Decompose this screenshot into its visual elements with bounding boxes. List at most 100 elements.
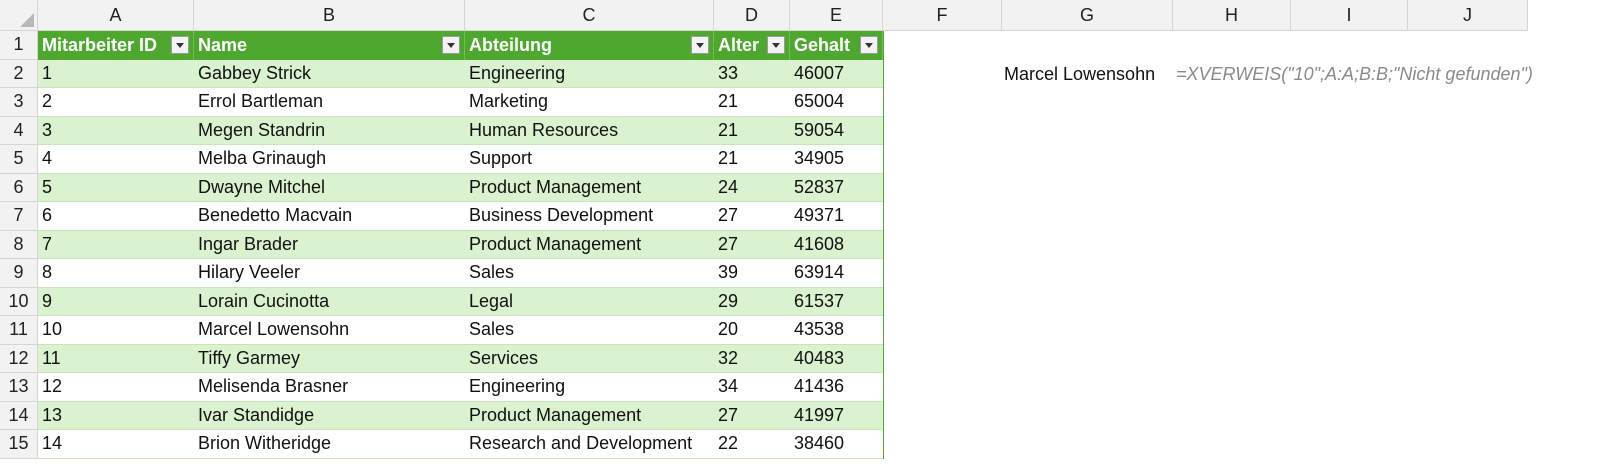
table-cell-mitarbeiter-id[interactable]: 9 (38, 287, 194, 316)
row-header-3[interactable]: 3 (0, 88, 38, 117)
table-header-gehalt[interactable]: Gehalt (790, 31, 883, 60)
table-cell-mitarbeiter-id[interactable]: 6 (38, 202, 194, 231)
table-cell-name[interactable]: Gabbey Strick (194, 59, 465, 88)
table-cell-alter[interactable]: 22 (714, 430, 790, 459)
row-header-1[interactable]: 1 (0, 31, 38, 60)
column-header-d[interactable]: D (714, 0, 790, 31)
table-cell-gehalt[interactable]: 38460 (790, 430, 883, 459)
row-header-10[interactable]: 10 (0, 287, 38, 316)
table-cell-gehalt[interactable]: 41436 (790, 373, 883, 402)
column-header-b[interactable]: B (194, 0, 465, 31)
row-header-14[interactable]: 14 (0, 401, 38, 430)
table-header-mitarbeiter-id[interactable]: Mitarbeiter ID (38, 31, 194, 60)
table-cell-gehalt[interactable]: 61537 (790, 287, 883, 316)
column-header-j[interactable]: J (1408, 0, 1528, 31)
table-cell-name[interactable]: Lorain Cucinotta (194, 287, 465, 316)
table-cell-abteilung[interactable]: Human Resources (465, 116, 714, 145)
table-cell-mitarbeiter-id[interactable]: 4 (38, 145, 194, 174)
row-header-9[interactable]: 9 (0, 259, 38, 288)
table-cell-mitarbeiter-id[interactable]: 5 (38, 173, 194, 202)
table-cell-mitarbeiter-id[interactable]: 1 (38, 59, 194, 88)
column-header-c[interactable]: C (465, 0, 714, 31)
row-header-8[interactable]: 8 (0, 230, 38, 259)
table-cell-alter[interactable]: 24 (714, 173, 790, 202)
table-cell-gehalt[interactable]: 41997 (790, 401, 883, 430)
table-cell-alter[interactable]: 27 (714, 401, 790, 430)
table-cell-alter[interactable]: 34 (714, 373, 790, 402)
table-cell-alter[interactable]: 20 (714, 316, 790, 345)
row-header-5[interactable]: 5 (0, 145, 38, 174)
table-cell-abteilung[interactable]: Business Development (465, 202, 714, 231)
table-cell-mitarbeiter-id[interactable]: 3 (38, 116, 194, 145)
table-cell-abteilung[interactable]: Engineering (465, 59, 714, 88)
table-cell-name[interactable]: Ivar Standidge (194, 401, 465, 430)
table-header-alter[interactable]: Alter (714, 31, 790, 60)
table-cell-alter[interactable]: 27 (714, 230, 790, 259)
table-cell-name[interactable]: Melisenda Brasner (194, 373, 465, 402)
row-header-11[interactable]: 11 (0, 316, 38, 345)
table-cell-name[interactable]: Megen Standrin (194, 116, 465, 145)
table-cell-abteilung[interactable]: Engineering (465, 373, 714, 402)
table-cell-alter[interactable]: 21 (714, 116, 790, 145)
table-cell-name[interactable]: Tiffy Garmey (194, 344, 465, 373)
table-cell-gehalt[interactable]: 49371 (790, 202, 883, 231)
table-cell-name[interactable]: Benedetto Macvain (194, 202, 465, 231)
select-all-corner[interactable] (0, 0, 38, 31)
table-cell-alter[interactable]: 29 (714, 287, 790, 316)
column-header-i[interactable]: I (1291, 0, 1408, 31)
table-cell-mitarbeiter-id[interactable]: 7 (38, 230, 194, 259)
table-cell-alter[interactable]: 21 (714, 145, 790, 174)
table-cell-gehalt[interactable]: 43538 (790, 316, 883, 345)
table-cell-gehalt[interactable]: 59054 (790, 116, 883, 145)
table-cell-abteilung[interactable]: Product Management (465, 230, 714, 259)
table-cell-mitarbeiter-id[interactable]: 13 (38, 401, 194, 430)
table-cell-abteilung[interactable]: Marketing (465, 88, 714, 117)
row-header-15[interactable]: 15 (0, 430, 38, 459)
table-cell-abteilung[interactable]: Product Management (465, 401, 714, 430)
table-header-abteilung[interactable]: Abteilung (465, 31, 714, 60)
table-cell-abteilung[interactable]: Legal (465, 287, 714, 316)
filter-dropdown-icon[interactable] (171, 36, 189, 54)
table-cell-mitarbeiter-id[interactable]: 8 (38, 259, 194, 288)
table-cell-abteilung[interactable]: Research and Development (465, 430, 714, 459)
table-cell-gehalt[interactable]: 52837 (790, 173, 883, 202)
table-cell-alter[interactable]: 27 (714, 202, 790, 231)
table-cell-gehalt[interactable]: 34905 (790, 145, 883, 174)
row-header-4[interactable]: 4 (0, 116, 38, 145)
column-header-e[interactable]: E (790, 0, 883, 31)
table-cell-name[interactable]: Melba Grinaugh (194, 145, 465, 174)
table-cell-gehalt[interactable]: 46007 (790, 59, 883, 88)
table-cell-alter[interactable]: 39 (714, 259, 790, 288)
table-cell-mitarbeiter-id[interactable]: 11 (38, 344, 194, 373)
table-cell-abteilung[interactable]: Sales (465, 259, 714, 288)
table-cell-alter[interactable]: 33 (714, 59, 790, 88)
column-header-a[interactable]: A (38, 0, 194, 31)
table-cell-gehalt[interactable]: 41608 (790, 230, 883, 259)
table-cell-alter[interactable]: 21 (714, 88, 790, 117)
table-header-name[interactable]: Name (194, 31, 465, 60)
table-cell-name[interactable]: Dwayne Mitchel (194, 173, 465, 202)
column-header-f[interactable]: F (883, 0, 1002, 31)
row-header-7[interactable]: 7 (0, 202, 38, 231)
table-cell-mitarbeiter-id[interactable]: 12 (38, 373, 194, 402)
lookup-result-cell[interactable]: Marcel Lowensohn (1004, 64, 1155, 85)
table-cell-gehalt[interactable]: 65004 (790, 88, 883, 117)
table-cell-abteilung[interactable]: Product Management (465, 173, 714, 202)
table-cell-name[interactable]: Errol Bartleman (194, 88, 465, 117)
filter-dropdown-icon[interactable] (442, 36, 460, 54)
table-cell-alter[interactable]: 32 (714, 344, 790, 373)
table-cell-name[interactable]: Hilary Veeler (194, 259, 465, 288)
column-header-h[interactable]: H (1173, 0, 1291, 31)
row-header-12[interactable]: 12 (0, 344, 38, 373)
column-header-g[interactable]: G (1002, 0, 1173, 31)
table-cell-mitarbeiter-id[interactable]: 10 (38, 316, 194, 345)
table-cell-gehalt[interactable]: 40483 (790, 344, 883, 373)
table-cell-mitarbeiter-id[interactable]: 2 (38, 88, 194, 117)
table-cell-abteilung[interactable]: Support (465, 145, 714, 174)
table-cell-mitarbeiter-id[interactable]: 14 (38, 430, 194, 459)
table-cell-name[interactable]: Ingar Brader (194, 230, 465, 259)
row-header-13[interactable]: 13 (0, 373, 38, 402)
table-cell-name[interactable]: Marcel Lowensohn (194, 316, 465, 345)
filter-dropdown-icon[interactable] (860, 36, 878, 54)
table-cell-name[interactable]: Brion Witheridge (194, 430, 465, 459)
